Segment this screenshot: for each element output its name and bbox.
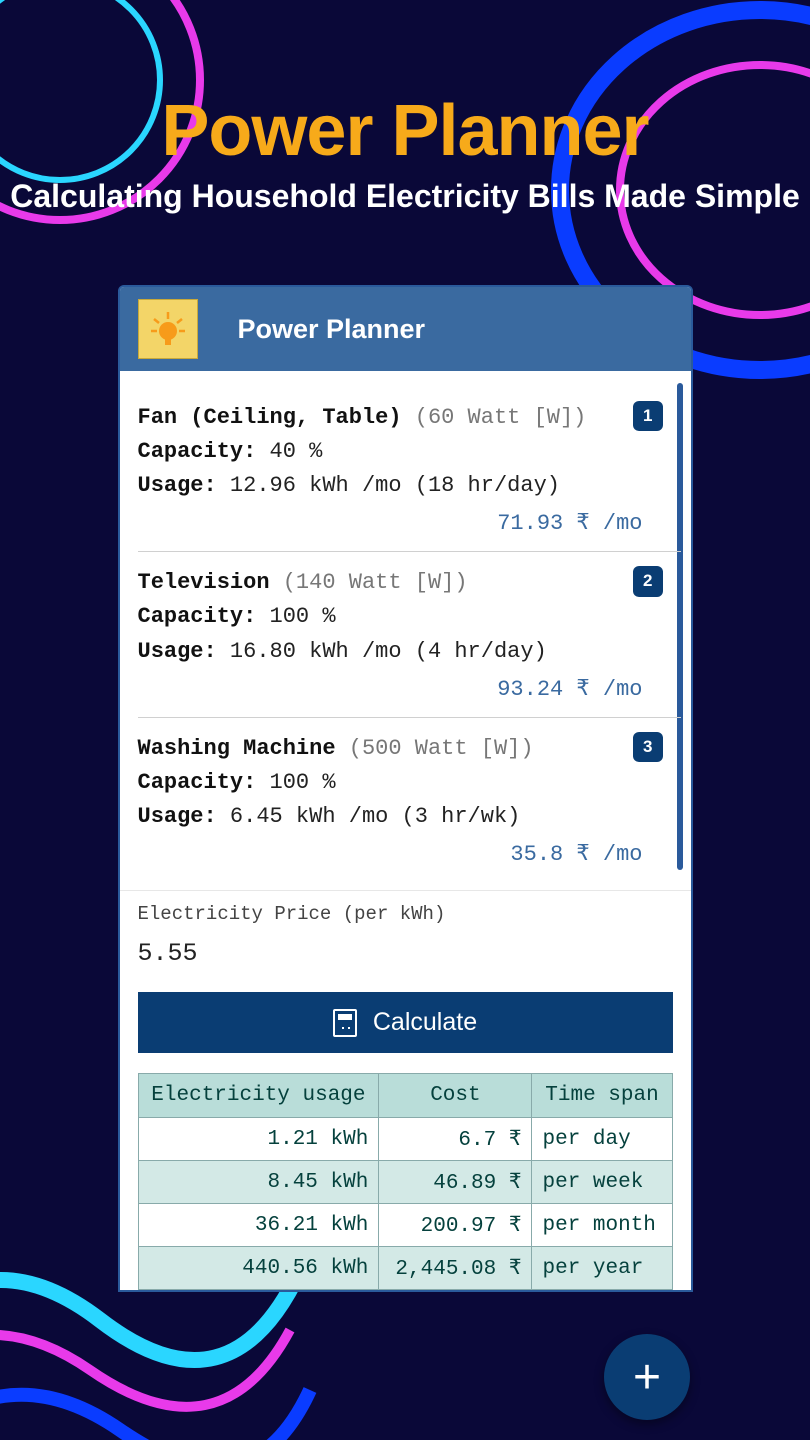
cell-cost: 46.89 ₹ [379,1161,532,1204]
cell-usage: 1.21 kWh [138,1118,379,1161]
appliance-name: Television [138,570,270,595]
cell-span: per year [532,1247,672,1290]
usage-value: 12.96 kWh /mo (18 hr/day) [230,473,560,498]
cell-span: per week [532,1161,672,1204]
item-cost: 93.24 ₹ /mo [138,673,661,707]
promo-header: Power Planner Calculating Household Elec… [0,0,810,215]
usage-value: 16.80 kWh /mo (4 hr/day) [230,639,547,664]
table-row: 440.56 kWh 2,445.08 ₹ per year [138,1247,672,1290]
col-header-cost: Cost [379,1074,532,1118]
calculate-button-label: Calculate [373,1008,477,1037]
usage-label: Usage: [138,639,217,664]
capacity-label: Capacity: [138,439,257,464]
price-label: Electricity Price (per kWh) [138,903,673,925]
capacity-value: 100 % [270,770,336,795]
app-subtitle: Calculating Household Electricity Bills … [0,178,810,215]
list-item[interactable]: 2 Television (140 Watt [W]) Capacity: 10… [138,552,681,717]
cell-usage: 36.21 kWh [138,1204,379,1247]
usage-label: Usage: [138,804,217,829]
appliance-wattage: (60 Watt [W]) [415,405,587,430]
appliance-name: Fan (Ceiling, Table) [138,405,402,430]
list-item[interactable]: 3 Washing Machine (500 Watt [W]) Capacit… [138,718,681,882]
table-row: 36.21 kWh 200.97 ₹ per month [138,1204,672,1247]
cell-cost: 6.7 ₹ [379,1118,532,1161]
plus-icon: + [633,1350,661,1405]
appliance-name: Washing Machine [138,736,336,761]
cell-cost: 2,445.08 ₹ [379,1247,532,1290]
cell-span: per day [532,1118,672,1161]
usage-label: Usage: [138,473,217,498]
calculate-button[interactable]: Calculate [138,992,673,1053]
lightbulb-icon [138,299,198,359]
calculator-icon [333,1009,357,1037]
app-header-title: Power Planner [238,314,426,345]
usage-value: 6.45 kWh /mo (3 hr/wk) [230,804,520,829]
item-count-badge: 1 [633,401,662,431]
cell-span: per month [532,1204,672,1247]
table-row: 1.21 kWh 6.7 ₹ per day [138,1118,672,1161]
capacity-value: 40 % [270,439,323,464]
price-section: Electricity Price (per kWh) 5.55 [120,890,691,982]
col-header-span: Time span [532,1074,672,1118]
app-screenshot-card: Power Planner 1 Fan (Ceiling, Table) (60… [118,285,693,1292]
capacity-label: Capacity: [138,604,257,629]
price-input[interactable]: 5.55 [138,939,673,968]
item-count-badge: 2 [633,566,662,596]
capacity-value: 100 % [270,604,336,629]
col-header-usage: Electricity usage [138,1074,379,1118]
item-cost: 71.93 ₹ /mo [138,507,661,541]
capacity-label: Capacity: [138,770,257,795]
item-count-badge: 3 [633,732,662,762]
item-cost: 35.8 ₹ /mo [138,838,661,872]
table-row: 8.45 kWh 46.89 ₹ per week [138,1161,672,1204]
cell-usage: 440.56 kWh [138,1247,379,1290]
appliance-wattage: (500 Watt [W]) [349,736,534,761]
cell-cost: 200.97 ₹ [379,1204,532,1247]
appliance-wattage: (140 Watt [W]) [283,570,468,595]
add-fab-button[interactable]: + [604,1334,690,1420]
app-title: Power Planner [0,90,810,172]
app-header-bar: Power Planner [120,287,691,371]
list-item[interactable]: 1 Fan (Ceiling, Table) (60 Watt [W]) Cap… [138,387,681,552]
appliance-list[interactable]: 1 Fan (Ceiling, Table) (60 Watt [W]) Cap… [120,371,691,882]
results-table: Electricity usage Cost Time span 1.21 kW… [138,1073,673,1290]
cell-usage: 8.45 kWh [138,1161,379,1204]
